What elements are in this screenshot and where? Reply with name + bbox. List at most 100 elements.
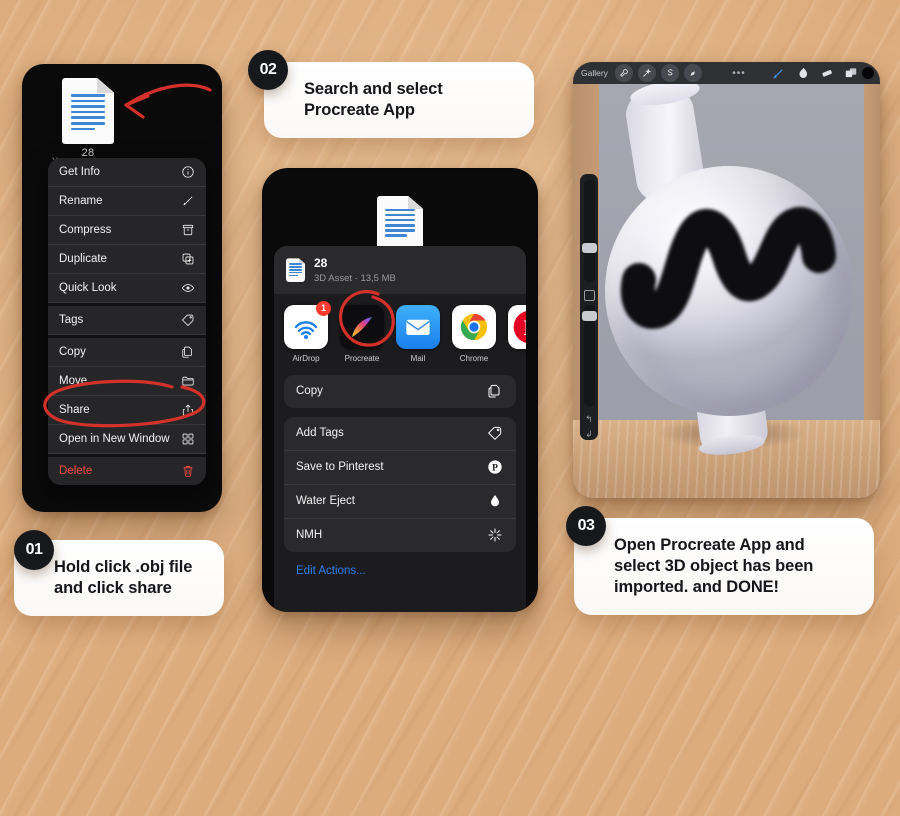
- smudge-icon[interactable]: [795, 66, 810, 81]
- menu-item-delete[interactable]: Delete: [48, 454, 206, 485]
- menu-item-get-info[interactable]: Get Info: [48, 158, 206, 187]
- brush-opacity-knob[interactable]: [581, 310, 597, 321]
- procreate-viewport: [573, 62, 880, 498]
- action-add-tags[interactable]: Add Tags: [284, 417, 516, 451]
- share-actions: Copy Add Tags Save to Pinterest P Water …: [274, 371, 526, 577]
- svg-text:P: P: [492, 464, 498, 474]
- menu-item-label: Rename: [59, 195, 103, 207]
- copy-icon: [486, 382, 504, 400]
- step-text: Search and select Procreate App: [304, 80, 443, 120]
- pinterest-icon: P: [508, 304, 526, 349]
- context-menu: Get Info Rename Compress Duplicate Quick: [48, 158, 206, 485]
- step-callout-03: 03 Open Procreate App and select 3D obje…: [566, 506, 874, 616]
- eraser-icon[interactable]: [819, 66, 834, 81]
- panel-files-context-menu: 28 You Get Info Rename Compress Duplicat…: [22, 64, 222, 512]
- trash-icon: [180, 464, 195, 479]
- share-app-row[interactable]: 1 AirDrop Procreate Mail Chrome: [274, 293, 526, 371]
- brush-size-knob[interactable]: [581, 242, 597, 253]
- pinterest-icon: P: [486, 458, 504, 476]
- share-target-label: Mail: [410, 353, 426, 363]
- share-file-subtitle: 3D Asset · 13,5 MB: [314, 272, 396, 284]
- 3d-object[interactable]: [603, 76, 853, 470]
- menu-item-compress[interactable]: Compress: [48, 216, 206, 245]
- share-sheet-header[interactable]: 28 3D Asset · 13,5 MB: [274, 246, 526, 294]
- file-thumbnail[interactable]: 28: [62, 78, 114, 159]
- procreate-toolbar: Gallery •••: [573, 62, 880, 84]
- action-label: Water Eject: [296, 495, 356, 508]
- redo-icon[interactable]: ↲: [585, 429, 593, 440]
- menu-item-label: Open in New Window: [59, 433, 170, 445]
- procreate-sidebar[interactable]: ↰ ↲: [580, 174, 598, 440]
- copy-icon: [180, 345, 195, 360]
- undo-icon[interactable]: ↰: [585, 414, 593, 425]
- menu-item-label: Tags: [59, 314, 84, 326]
- menu-item-label: Quick Look: [59, 282, 117, 294]
- camera-hole: [862, 67, 874, 79]
- menu-item-label: Move: [59, 375, 88, 387]
- document-icon: [62, 78, 114, 144]
- action-save-to-pinterest[interactable]: Save to Pinterest P: [284, 451, 516, 485]
- menu-item-label: Get Info: [59, 166, 100, 178]
- share-sheet: 28 3D Asset · 13,5 MB 1 AirDrop Procreat…: [274, 246, 526, 612]
- sparkle-burst-icon: [486, 526, 504, 544]
- step-number-badge: 03: [566, 506, 606, 546]
- step-text: Open Procreate App and select 3D object …: [614, 536, 814, 597]
- edit-actions-link[interactable]: Edit Actions...: [284, 561, 516, 577]
- menu-item-quick-look[interactable]: Quick Look: [48, 274, 206, 303]
- duplicate-icon: [180, 252, 195, 267]
- eye-icon: [180, 281, 195, 296]
- action-nmh[interactable]: NMH: [284, 519, 516, 552]
- share-target-pinterest[interactable]: P Pi: [508, 304, 526, 363]
- menu-item-copy[interactable]: Copy: [48, 335, 206, 367]
- share-file-name: 28: [314, 256, 328, 270]
- water-drop-icon: [486, 492, 504, 510]
- airdrop-badge: 1: [316, 300, 331, 316]
- menu-item-move[interactable]: Move: [48, 367, 206, 396]
- procreate-icon: [340, 304, 384, 349]
- square-modify-icon[interactable]: [583, 289, 595, 301]
- menu-item-label: Compress: [59, 224, 112, 236]
- brush-size-slider[interactable]: [581, 180, 597, 282]
- step-number-badge: 02: [248, 50, 288, 90]
- share-target-chrome[interactable]: Chrome: [452, 304, 496, 363]
- transform-arrow-icon[interactable]: [683, 64, 702, 82]
- share-target-procreate[interactable]: Procreate: [340, 304, 384, 363]
- info-circle-icon: [180, 165, 195, 180]
- magic-wand-icon[interactable]: [637, 64, 656, 82]
- brush-opacity-slider[interactable]: [581, 304, 597, 406]
- share-target-label: AirDrop: [292, 353, 320, 363]
- grid-windows-icon: [180, 432, 195, 447]
- toolbar-overflow-dots[interactable]: •••: [707, 68, 771, 79]
- archive-box-icon: [180, 223, 195, 238]
- step-text: Hold click .obj file and click share: [54, 558, 193, 598]
- menu-item-label: Duplicate: [59, 253, 107, 265]
- menu-item-share[interactable]: Share: [48, 396, 206, 425]
- share-target-mail[interactable]: Mail: [396, 304, 440, 363]
- share-target-airdrop[interactable]: 1 AirDrop: [284, 300, 331, 363]
- chrome-icon: [452, 304, 496, 349]
- action-label: Add Tags: [296, 427, 344, 440]
- panel-share-sheet: 28 3D Asset · 13,5 MB 1 AirDrop Procreat…: [262, 168, 538, 612]
- document-icon: [286, 258, 305, 283]
- wrench-icon[interactable]: [614, 64, 633, 82]
- procreate-tools: [771, 66, 872, 81]
- menu-item-open-in-new-window[interactable]: Open in New Window: [48, 425, 206, 454]
- share-arrow-icon: [180, 403, 195, 418]
- svg-text:P: P: [523, 316, 526, 340]
- menu-item-label: Share: [59, 404, 90, 416]
- step-card: Open Procreate App and select 3D object …: [574, 518, 874, 616]
- action-water-eject[interactable]: Water Eject: [284, 485, 516, 519]
- action-copy[interactable]: Copy: [284, 375, 516, 408]
- brush-icon[interactable]: [771, 66, 786, 81]
- layers-icon[interactable]: [843, 66, 858, 81]
- menu-item-label: Delete: [59, 465, 93, 477]
- mail-icon: [396, 304, 440, 349]
- step-callout-01: 01 Hold click .obj file and click share: [14, 530, 224, 617]
- share-target-label: Pi: [508, 354, 526, 363]
- menu-item-rename[interactable]: Rename: [48, 187, 206, 216]
- painted-squiggle: [603, 160, 853, 390]
- menu-item-tags[interactable]: Tags: [48, 303, 206, 335]
- gallery-button[interactable]: Gallery: [581, 68, 608, 78]
- selection-s-icon[interactable]: [660, 64, 679, 82]
- menu-item-duplicate[interactable]: Duplicate: [48, 245, 206, 274]
